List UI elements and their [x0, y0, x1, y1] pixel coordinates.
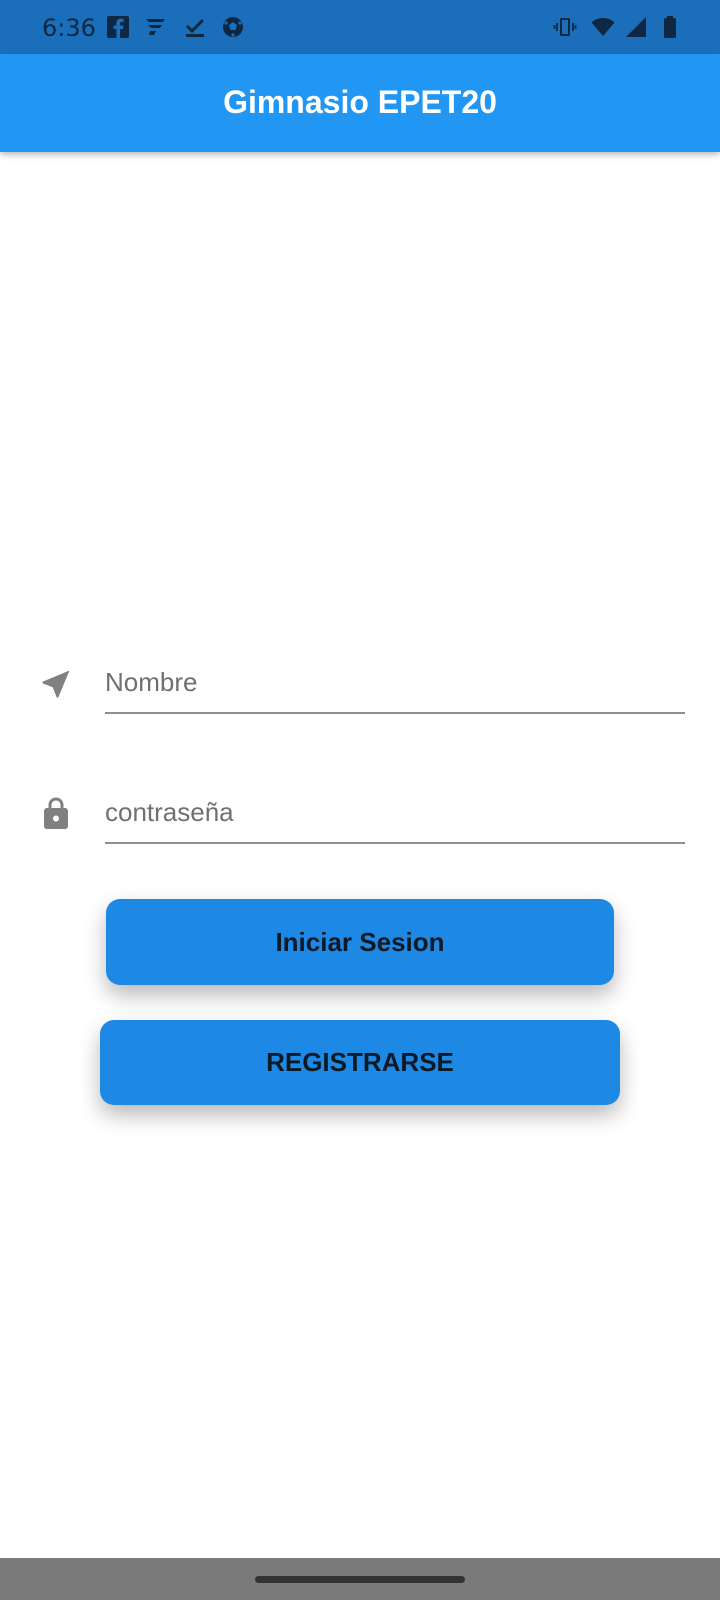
navigation-bar: [0, 1558, 720, 1600]
battery-icon: [664, 16, 676, 38]
name-input[interactable]: [105, 652, 685, 714]
app-title: Gimnasio EPET20: [223, 84, 497, 120]
wifi-icon: [591, 18, 615, 36]
soccer-ball-icon: [223, 17, 243, 37]
navigation-arrow-icon: [42, 670, 70, 698]
name-field: [0, 650, 720, 720]
vibrate-icon: [553, 18, 577, 36]
status-bar: 6:36: [0, 0, 720, 54]
download-check-icon: [185, 18, 205, 37]
lock-icon: [44, 797, 68, 829]
status-time: 6:36: [42, 14, 96, 42]
facebook-icon: [107, 16, 129, 38]
password-input[interactable]: [105, 782, 685, 844]
app-f-icon: [146, 19, 165, 35]
register-button[interactable]: REGISTRARSE: [100, 1020, 620, 1105]
app-bar: Gimnasio EPET20: [0, 54, 720, 152]
password-field: [0, 780, 720, 850]
login-button[interactable]: Iniciar Sesion: [106, 899, 614, 985]
signal-icon: [626, 17, 646, 37]
home-gesture-handle[interactable]: [255, 1576, 465, 1583]
